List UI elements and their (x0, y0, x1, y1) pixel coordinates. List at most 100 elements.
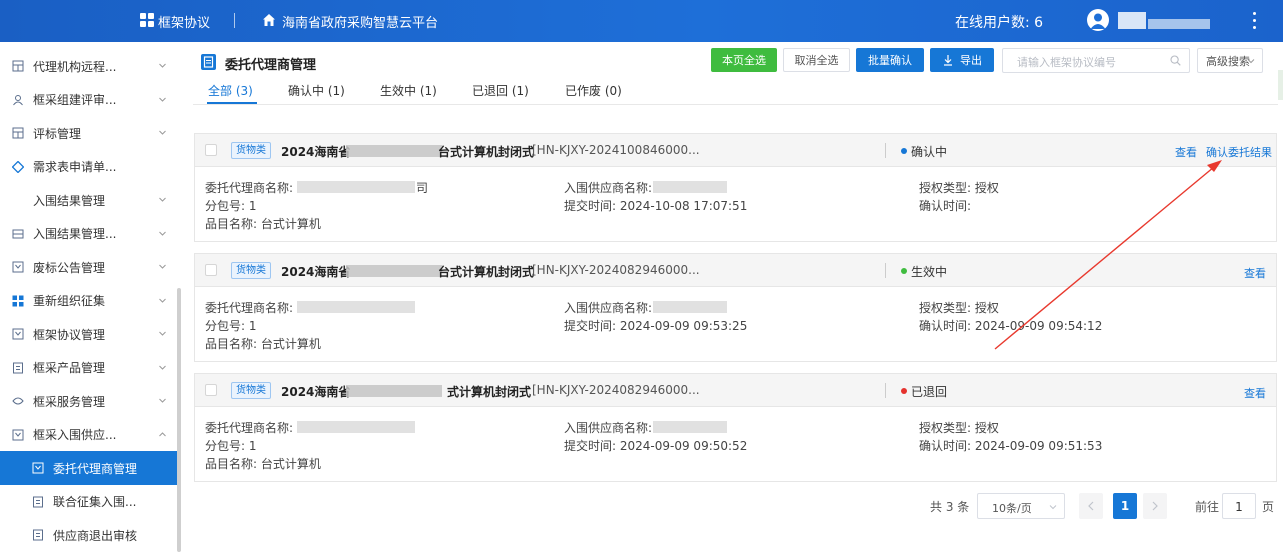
home-icon[interactable] (262, 13, 276, 27)
record-card: 货物类 2024海南省 台式计算机封闭式 [HN-KJXY-2024100846000… (194, 133, 1277, 242)
sidebar-item[interactable]: 框采入围供应... (0, 418, 178, 452)
package-field: 分包号: 1 (205, 437, 257, 454)
sidebar-item-label: 委托代理商管理 (53, 461, 138, 476)
user-icon (1090, 13, 1106, 29)
search-icon[interactable] (1170, 55, 1181, 66)
package-label: 分包号: (205, 319, 246, 333)
doc-icon (33, 496, 43, 507)
sidebar-item[interactable]: 代理机构远程... (0, 49, 178, 83)
status-badge: 已退回 (911, 385, 948, 399)
record-title-prefix[interactable]: 2024海南省 (281, 143, 350, 160)
item-label: 品目名称: (205, 337, 258, 351)
page-number-current[interactable]: 1 (1113, 493, 1137, 519)
header-divider (885, 383, 886, 398)
sidebar-item[interactable]: 需求表申请单... (0, 150, 178, 184)
sidebar-item-label: 框采产品管理 (33, 361, 106, 375)
record-checkbox[interactable] (205, 264, 217, 276)
squares-icon (12, 295, 24, 306)
sidebar-item-label: 框采入围供应... (33, 428, 117, 442)
record-title-suffix[interactable]: 式计算机封闭式 (447, 383, 531, 400)
batch-confirm-button[interactable]: 批量确认 (856, 48, 924, 72)
item-value: 台式计算机 (260, 337, 321, 351)
item-label: 品目名称: (205, 457, 258, 471)
sidebar-item[interactable]: 联合征集入围... (0, 485, 178, 519)
export-button[interactable]: 导出 (930, 48, 994, 72)
submit-label: 提交时间: (564, 199, 617, 213)
app-name[interactable]: 框架协议 (158, 12, 210, 31)
cancel-select-button[interactable]: 取消全选 (783, 48, 850, 72)
sidebar-item[interactable]: 供应商退出审核 (0, 518, 178, 552)
submit-time-value: 2024-09-09 09:50:52 (619, 439, 748, 453)
page-unit: 页 (1262, 500, 1275, 514)
chevron-down-icon (159, 197, 166, 202)
online-users: 在线用户数: 6 (955, 15, 1044, 31)
record-title-prefix[interactable]: 2024海南省 (281, 383, 350, 400)
redacted-title-text (346, 145, 442, 157)
avatar[interactable] (1087, 9, 1109, 31)
confirm-time-field: 确认时间: 2024-09-09 09:51:53 (919, 437, 1102, 454)
user-name-redacted[interactable] (1118, 12, 1210, 29)
auth-type-value: 授权 (974, 421, 999, 435)
sidebar-item[interactable]: 废标公告管理 (0, 250, 178, 284)
top-bar: 框架协议 海南省政府采购智慧云平台 在线用户数: 6 (0, 0, 1283, 42)
next-page-button[interactable] (1143, 493, 1167, 519)
status-badge: 确认中 (911, 145, 948, 159)
record-checkbox[interactable] (205, 144, 217, 156)
tab-effective[interactable]: 生效中 (1) (380, 82, 437, 99)
search-input[interactable]: 请输入框架协议编号 (1002, 48, 1190, 73)
view-link[interactable]: 查看 (1175, 144, 1197, 160)
sidebar-item[interactable]: 框采服务管理 (0, 384, 178, 418)
package-label: 分包号: (205, 199, 246, 213)
page-title: 委托代理商管理 (225, 58, 317, 73)
platform-name[interactable]: 海南省政府采购智慧云平台 (282, 12, 438, 31)
record-code: [HN-KJXY-2024082946000... (532, 383, 700, 397)
sidebar-item[interactable]: 框架协议管理 (0, 317, 178, 351)
sidebar-item[interactable]: 框采组建评审... (0, 83, 178, 117)
side-handle[interactable] (1278, 70, 1283, 100)
confirm-result-link[interactable]: 确认委托结果 (1206, 144, 1272, 160)
tab-confirming[interactable]: 确认中 (1) (288, 82, 345, 99)
tab-all[interactable]: 全部 (3) (208, 82, 253, 99)
record-title-suffix[interactable]: 台式计算机封闭式 (438, 263, 534, 280)
package-value: 1 (248, 319, 257, 333)
chevron-down-icon (1247, 59, 1255, 64)
sidebar-item[interactable]: 委托代理商管理 (0, 451, 178, 485)
sidebar-item[interactable]: 入围结果管理 (0, 183, 178, 217)
item-value: 台式计算机 (260, 457, 321, 471)
more-menu-icon[interactable] (1253, 12, 1257, 29)
record-title-prefix[interactable]: 2024海南省 (281, 263, 350, 280)
goto-label: 前往 (1195, 500, 1220, 514)
view-link[interactable]: 查看 (1244, 385, 1266, 401)
sidebar-item[interactable]: 重新组织征集 (0, 284, 178, 318)
grid-doc-icon (12, 60, 24, 72)
sidebar-item[interactable]: 入围结果管理... (0, 217, 178, 251)
record-header: 货物类 2024海南省 台式计算机封闭式 [HN-KJXY-2024100846000… (195, 134, 1276, 167)
record-title-suffix[interactable]: 台式计算机封闭式 (438, 143, 534, 160)
tab-returned[interactable]: 已退回 (1) (472, 82, 529, 99)
confirm-time-value: 2024-09-09 09:51:53 (974, 439, 1103, 453)
apps-grid-icon[interactable] (140, 13, 154, 27)
goto-page-input[interactable]: 1 (1222, 493, 1256, 519)
topbar-divider (234, 13, 235, 28)
category-tag: 货物类 (231, 382, 271, 399)
frame-icon (12, 429, 24, 440)
chevron-down-icon (159, 97, 166, 102)
grid-doc-icon (12, 127, 24, 139)
download-icon (944, 55, 952, 66)
agent-name-field: 委托代理商名称: (205, 419, 293, 436)
item-field: 品目名称: 台式计算机 (205, 215, 321, 232)
confirm-label: 确认时间: (919, 199, 972, 213)
prev-page-button[interactable] (1079, 493, 1103, 519)
sidebar-item[interactable]: 框采产品管理 (0, 351, 178, 385)
sidebar-item[interactable]: 评标管理 (0, 116, 178, 150)
supplier-name-field: 入围供应商名称: (564, 179, 652, 196)
submit-label: 提交时间: (564, 319, 617, 333)
tab-voided[interactable]: 已作废 (0) (565, 82, 622, 99)
page-size-select[interactable]: 10条/页 (977, 493, 1065, 519)
select-page-button[interactable]: 本页全选 (711, 48, 777, 72)
sidebar-item-label: 代理机构远程... (33, 59, 117, 74)
record-checkbox[interactable] (205, 384, 217, 396)
confirm-label: 确认时间: (919, 319, 972, 333)
advanced-search-dropdown[interactable]: 高级搜索 (1197, 48, 1263, 73)
view-link[interactable]: 查看 (1244, 265, 1266, 281)
